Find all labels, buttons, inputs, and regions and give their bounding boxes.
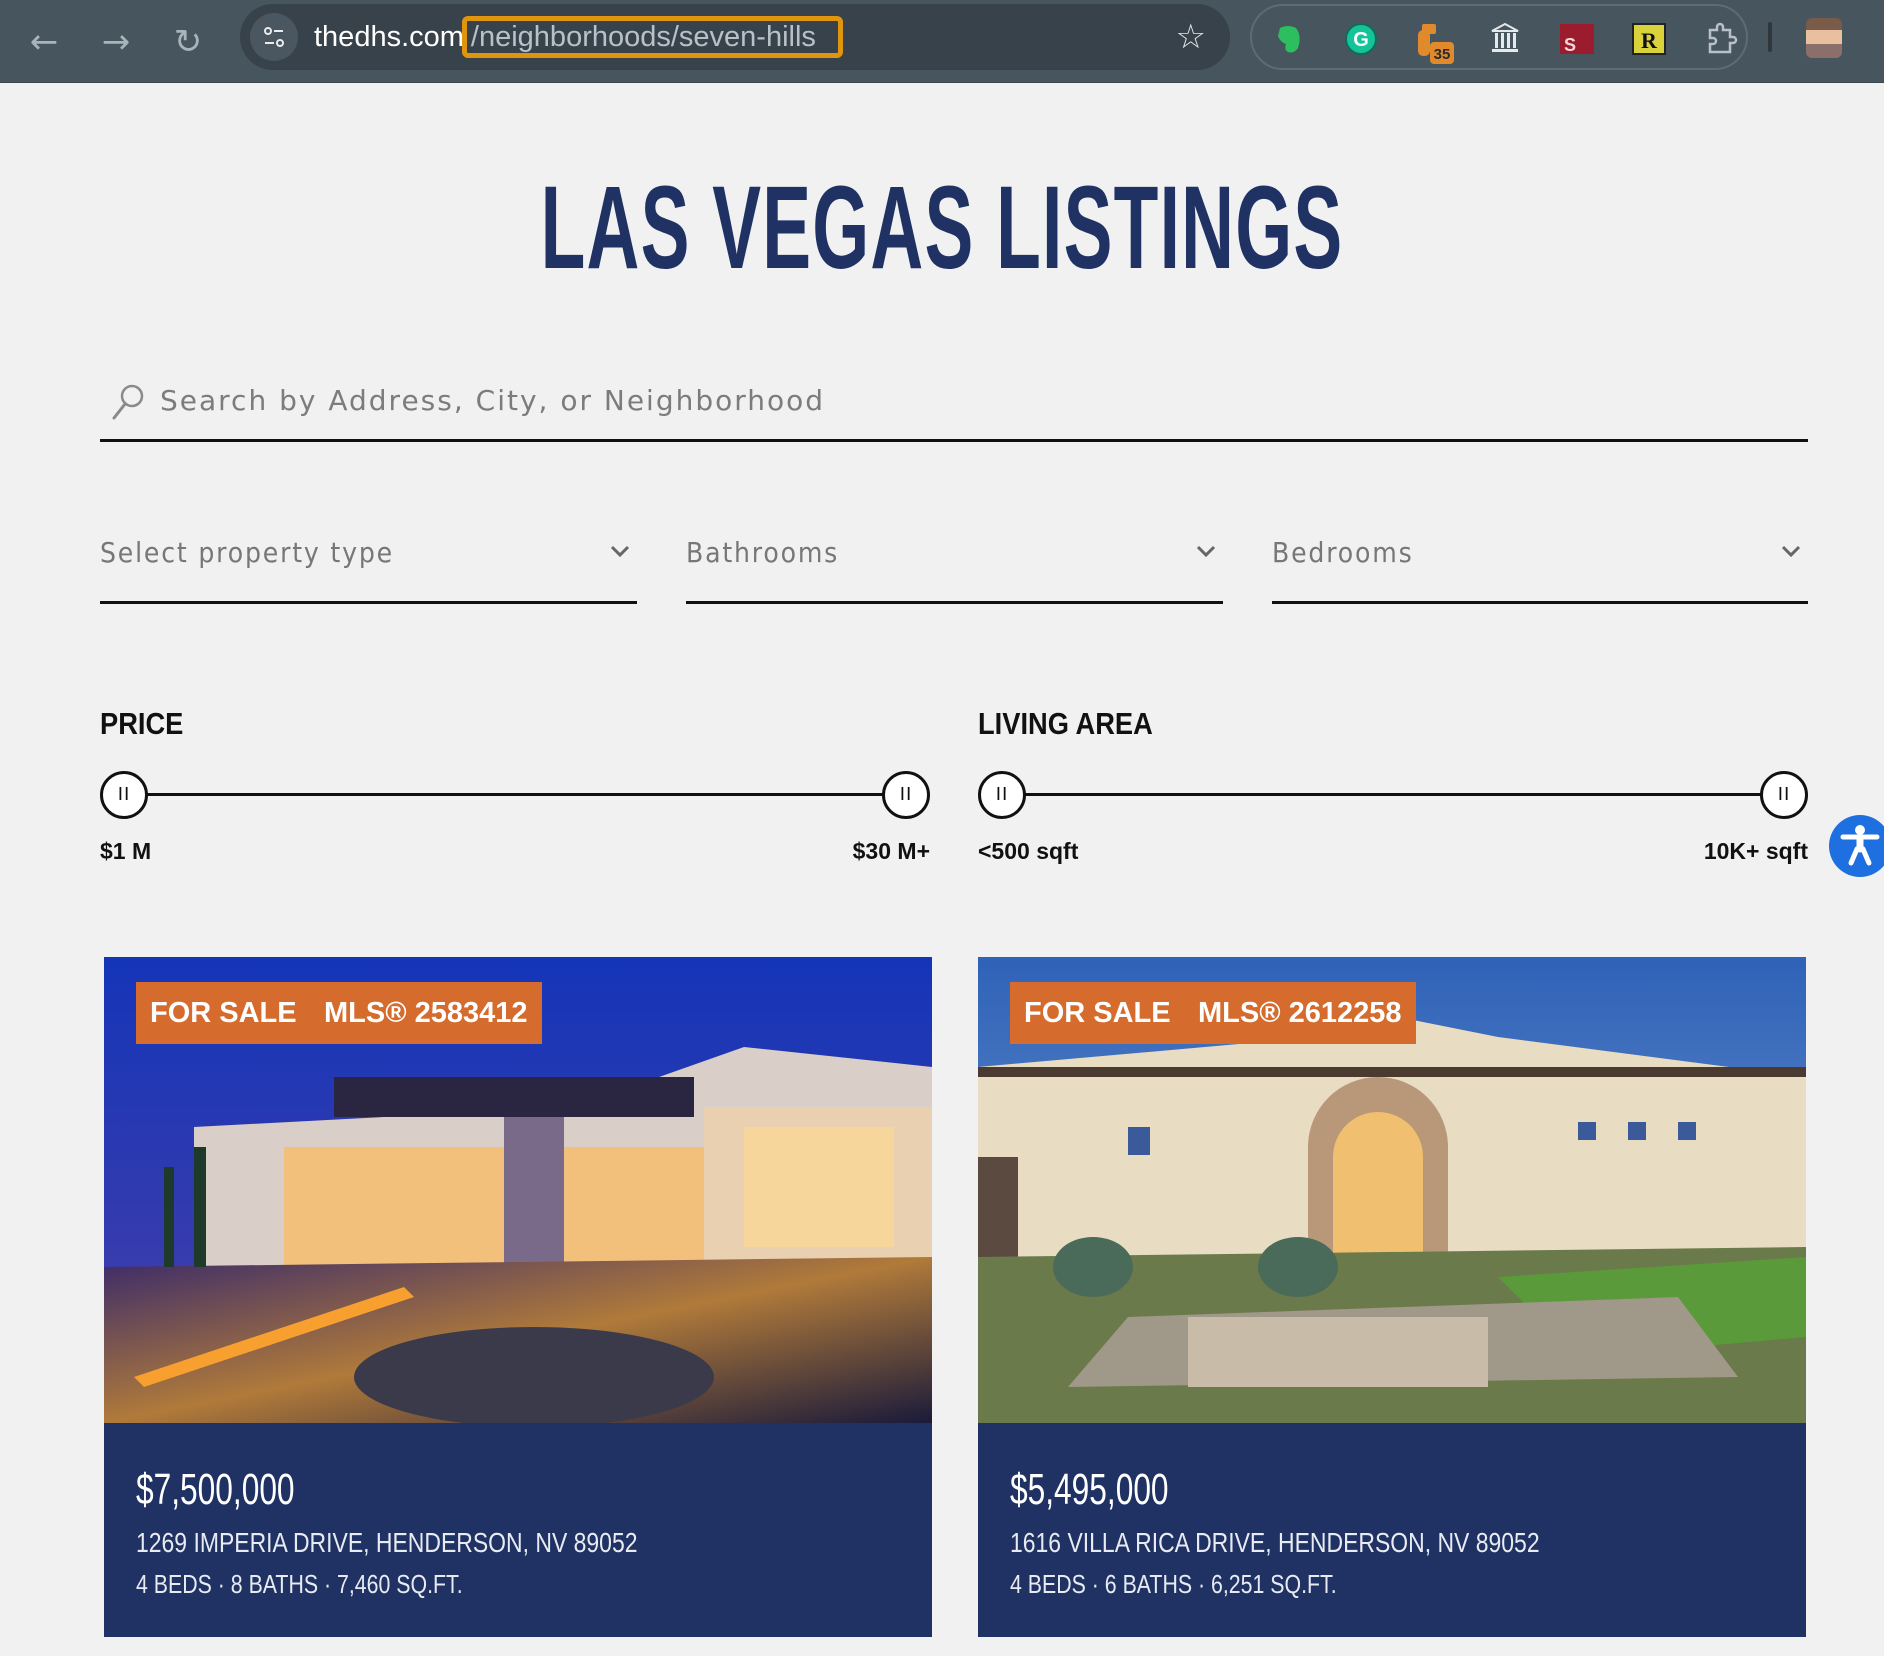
- living-area-title: LIVING AREA: [978, 706, 1153, 741]
- bedrooms-select[interactable]: Bedrooms: [1272, 520, 1808, 604]
- price-title: PRICE: [100, 706, 184, 741]
- evernote-icon[interactable]: [1272, 22, 1306, 56]
- search-icon: [112, 384, 144, 420]
- chevron-down-icon: [610, 545, 630, 558]
- price-max-handle[interactable]: II: [882, 771, 930, 819]
- status-badge: FOR SALE: [136, 982, 311, 1044]
- listing-card[interactable]: FOR SALE MLS® 2583412 $7,500,000 1269 IM…: [104, 957, 932, 1637]
- price-slider-track[interactable]: [124, 793, 906, 796]
- forward-icon[interactable]: →: [92, 18, 140, 66]
- back-icon[interactable]: ←: [20, 18, 68, 66]
- site-info-icon[interactable]: [250, 13, 298, 61]
- property-type-label: Select property type: [100, 536, 394, 569]
- url-text[interactable]: thedhs.com/neighborhoods/seven-hills: [314, 16, 843, 58]
- address-bar[interactable]: thedhs.com/neighborhoods/seven-hills ☆: [240, 4, 1230, 70]
- reload-icon[interactable]: ↻: [164, 18, 212, 66]
- page-title: LAS VEGAS LISTINGS: [540, 162, 1344, 294]
- grammarly-icon[interactable]: G: [1344, 22, 1378, 56]
- bathrooms-label: Bathrooms: [686, 536, 840, 569]
- living-area-min-label: <500 sqft: [978, 838, 1079, 864]
- listing-specs: 4 BEDS · 8 BATHS · 7,460 SQ.FT.: [136, 1569, 463, 1599]
- listing-photo[interactable]: FOR SALE MLS® 2612258: [978, 957, 1806, 1423]
- toolbar-divider: [1768, 22, 1772, 52]
- living-area-max-handle[interactable]: II: [1760, 771, 1808, 819]
- mls-badge: MLS® 2612258: [1184, 982, 1416, 1044]
- listing-price: $7,500,000: [136, 1465, 295, 1514]
- extensions-bar: G 35 S R: [1250, 4, 1748, 70]
- badge-extension-icon[interactable]: 35: [1416, 22, 1454, 64]
- listing-card[interactable]: FOR SALE MLS® 2612258 $5,495,000 1616 VI…: [978, 957, 1806, 1637]
- listing-address[interactable]: 1616 VILLA RICA DRIVE, HENDERSON, NV 890…: [1010, 1527, 1540, 1559]
- r-extension-icon[interactable]: R: [1632, 22, 1666, 56]
- living-area-max-label: 10K+ sqft: [1703, 838, 1808, 864]
- chevron-down-icon: [1781, 545, 1801, 558]
- extensions-puzzle-icon[interactable]: [1704, 22, 1738, 56]
- search-bar: [100, 360, 1808, 442]
- profile-avatar[interactable]: [1806, 18, 1842, 58]
- browser-toolbar: ← → ↻ thedhs.com/neighborhoods/seven-hil…: [0, 0, 1884, 83]
- svg-text:S: S: [1564, 35, 1576, 55]
- search-input[interactable]: [160, 374, 1760, 426]
- bedrooms-label: Bedrooms: [1272, 536, 1414, 569]
- svg-text:R: R: [1641, 28, 1658, 53]
- price-max-label: $30 M+: [852, 838, 930, 864]
- price-min-label: $1 M: [100, 838, 152, 864]
- bathrooms-select[interactable]: Bathrooms: [686, 520, 1223, 604]
- url-path-highlight: /neighborhoods/seven-hills: [461, 16, 843, 58]
- bookmark-star-icon[interactable]: ☆: [1176, 17, 1206, 57]
- svg-text:G: G: [1353, 29, 1369, 51]
- mls-badge: MLS® 2583412: [310, 982, 542, 1044]
- svg-text:35: 35: [1434, 46, 1451, 63]
- listing-price: $5,495,000: [1010, 1465, 1169, 1514]
- property-type-select[interactable]: Select property type: [100, 520, 637, 604]
- library-icon[interactable]: [1488, 22, 1522, 56]
- listing-photo[interactable]: FOR SALE MLS® 2583412: [104, 957, 932, 1423]
- listing-address[interactable]: 1269 IMPERIA DRIVE, HENDERSON, NV 89052: [136, 1527, 637, 1559]
- listing-specs: 4 BEDS · 6 BATHS · 6,251 SQ.FT.: [1010, 1569, 1337, 1599]
- accessibility-button[interactable]: [1829, 815, 1884, 877]
- living-area-min-handle[interactable]: II: [978, 771, 1026, 819]
- chevron-down-icon: [1196, 545, 1216, 558]
- living-area-slider-track[interactable]: [1002, 793, 1784, 796]
- accessibility-icon: [1840, 825, 1880, 866]
- price-min-handle[interactable]: II: [100, 771, 148, 819]
- url-domain: thedhs.com: [314, 21, 464, 53]
- status-badge: FOR SALE: [1010, 982, 1185, 1044]
- s-extension-icon[interactable]: S: [1560, 22, 1594, 56]
